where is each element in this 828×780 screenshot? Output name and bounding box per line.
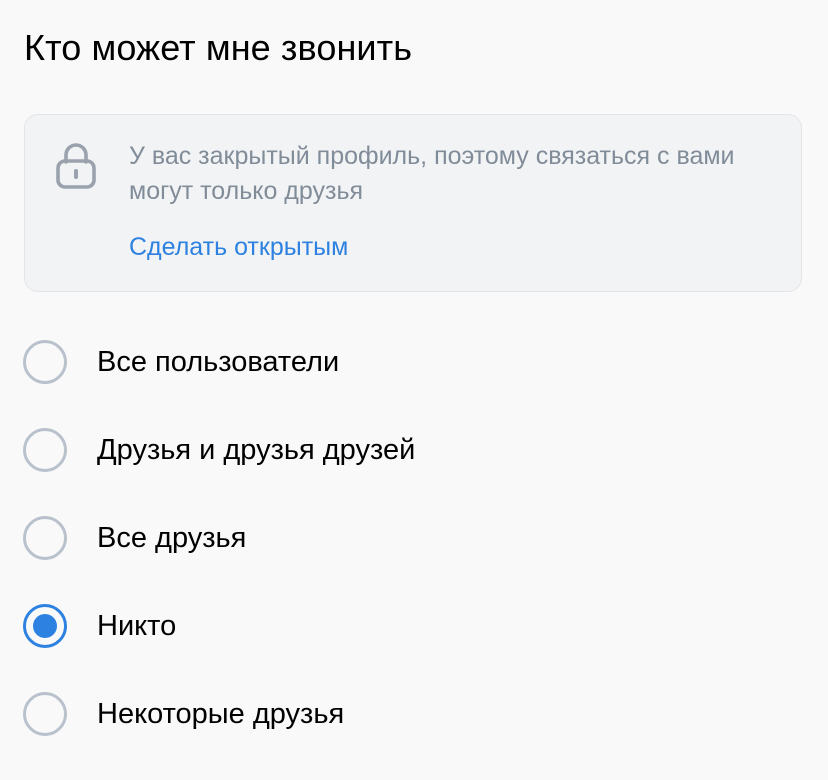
option-label: Все пользователи — [97, 346, 340, 378]
radio-button[interactable] — [23, 428, 67, 472]
call-permission-options: Все пользователи Друзья и друзья друзей … — [0, 318, 828, 758]
radio-button[interactable] — [23, 692, 67, 736]
option-friends-and-friends-of-friends[interactable]: Друзья и друзья друзей — [0, 406, 828, 494]
option-nobody[interactable]: Никто — [0, 582, 828, 670]
closed-profile-notice: У вас закрытый профиль, поэтому связатьс… — [24, 114, 802, 292]
radio-button[interactable] — [23, 516, 67, 560]
make-profile-public-link[interactable]: Сделать открытым — [129, 231, 348, 263]
option-label: Друзья и друзья друзей — [97, 434, 416, 466]
option-label: Некоторые друзья — [97, 698, 345, 730]
option-all-friends[interactable]: Все друзья — [0, 494, 828, 582]
radio-button-checked[interactable] — [23, 604, 67, 648]
radio-button[interactable] — [23, 340, 67, 384]
option-all-users[interactable]: Все пользователи — [0, 318, 828, 406]
page-title: Кто может мне звонить — [24, 27, 413, 68]
lock-icon — [56, 143, 96, 189]
option-label: Все друзья — [97, 522, 247, 554]
option-label: Никто — [97, 610, 177, 642]
notice-text: У вас закрытый профиль, поэтому связатьс… — [129, 142, 735, 205]
option-some-friends[interactable]: Некоторые друзья — [0, 670, 828, 758]
